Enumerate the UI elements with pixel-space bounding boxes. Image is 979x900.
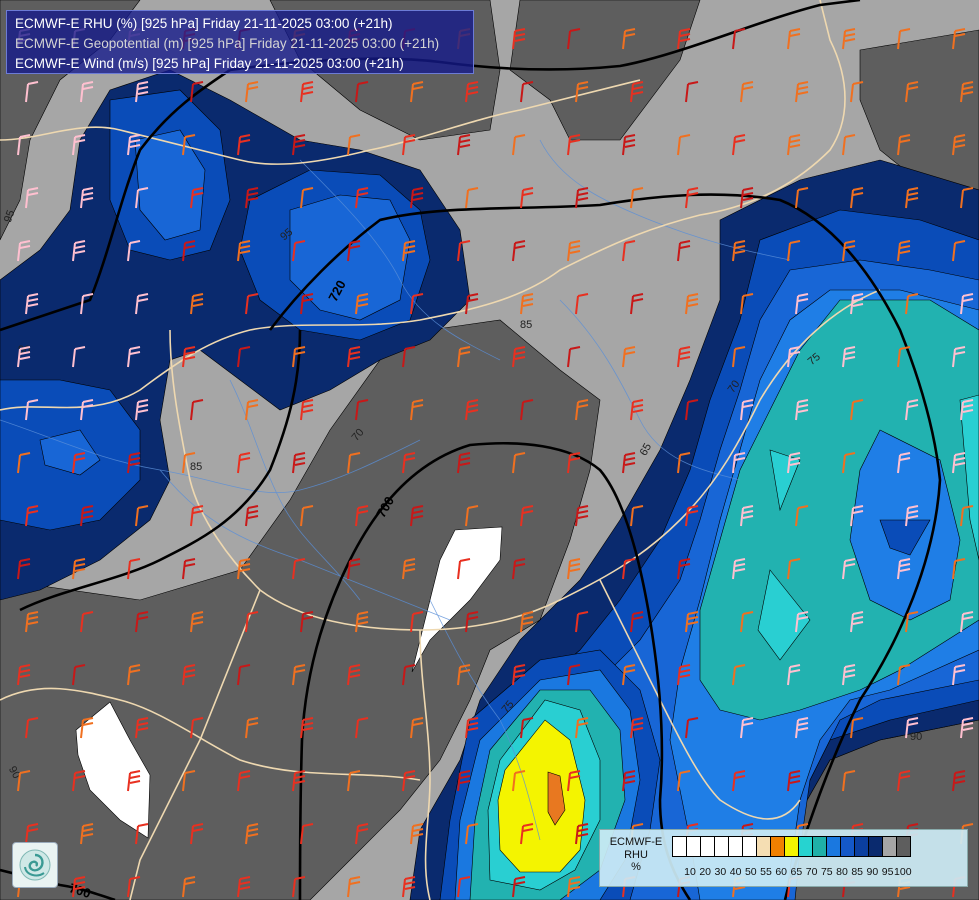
legend-tick-label: 30 bbox=[714, 866, 727, 878]
legend-swatch bbox=[854, 836, 869, 857]
title-geopotential: ECMWF-E Geopotential (m) [925 hPa] Frida… bbox=[15, 36, 440, 51]
legend-tick-label: 85 bbox=[851, 866, 864, 878]
legend-swatch bbox=[882, 836, 897, 857]
map-title-box: ECMWF-E RHU (%) [925 hPa] Friday 21-11-2… bbox=[6, 10, 474, 74]
legend-swatch bbox=[700, 836, 715, 857]
legend-tick-label: 90 bbox=[866, 866, 879, 878]
rhu-label-85a: 85 bbox=[520, 319, 532, 331]
legend-swatch bbox=[798, 836, 813, 857]
ecmwf-swirl-logo-icon bbox=[12, 842, 58, 888]
legend-title: ECMWF-E RHU % bbox=[604, 836, 668, 874]
rhu-label-90b: 90 bbox=[910, 731, 922, 743]
legend-swatch bbox=[812, 836, 827, 857]
legend-ticks: 10 20 30 40 50 55 60 65 70 75 80 85 90 95 100 bbox=[672, 866, 972, 880]
legend-swatch bbox=[868, 836, 883, 857]
legend-tick-label: 80 bbox=[836, 866, 848, 878]
legend-swatch bbox=[840, 836, 855, 857]
legend-swatch bbox=[896, 836, 911, 857]
legend-tick-label: 50 bbox=[744, 866, 757, 878]
legend-swatch bbox=[728, 836, 743, 857]
legend-swatch bbox=[686, 836, 701, 857]
legend-tick-label: 40 bbox=[729, 866, 742, 878]
legend-title-var: RHU bbox=[624, 848, 648, 861]
legend-tick-label: 75 bbox=[820, 866, 833, 878]
legend-tick-label: 65 bbox=[790, 866, 803, 878]
legend-tick-label: 10 bbox=[684, 866, 696, 878]
legend-swatch bbox=[784, 836, 799, 857]
legend-title-unit: % bbox=[631, 861, 641, 873]
legend-swatch bbox=[826, 836, 841, 857]
title-rhu: ECMWF-E RHU (%) [925 hPa] Friday 21-11-2… bbox=[15, 16, 393, 31]
legend-swatches bbox=[672, 836, 911, 857]
forecast-map: 720 700 700 95 95 90 90 90 75 75 70 70 6… bbox=[0, 0, 979, 900]
legend-swatch bbox=[770, 836, 785, 857]
legend-swatch bbox=[742, 836, 757, 857]
rhu-label-85b: 85 bbox=[190, 461, 202, 473]
legend-tick-label: 95 bbox=[881, 866, 894, 878]
legend-tick-label: 70 bbox=[805, 866, 818, 878]
title-wind: ECMWF-E Wind (m/s) [925 hPa] Friday 21-1… bbox=[15, 56, 404, 71]
legend-tick-label: 60 bbox=[775, 866, 788, 878]
rhu-legend: ECMWF-E RHU % 10 20 30 40 50 55 60 65 70 75 80 85 90… bbox=[599, 829, 968, 887]
legend-swatch bbox=[714, 836, 729, 857]
legend-tick-label: 20 bbox=[699, 866, 712, 878]
legend-title-model: ECMWF-E bbox=[609, 836, 663, 848]
legend-tick-label: 55 bbox=[760, 866, 772, 878]
legend-swatch bbox=[756, 836, 771, 857]
legend-tick-label: 100 bbox=[894, 866, 912, 878]
legend-swatch bbox=[672, 836, 687, 857]
